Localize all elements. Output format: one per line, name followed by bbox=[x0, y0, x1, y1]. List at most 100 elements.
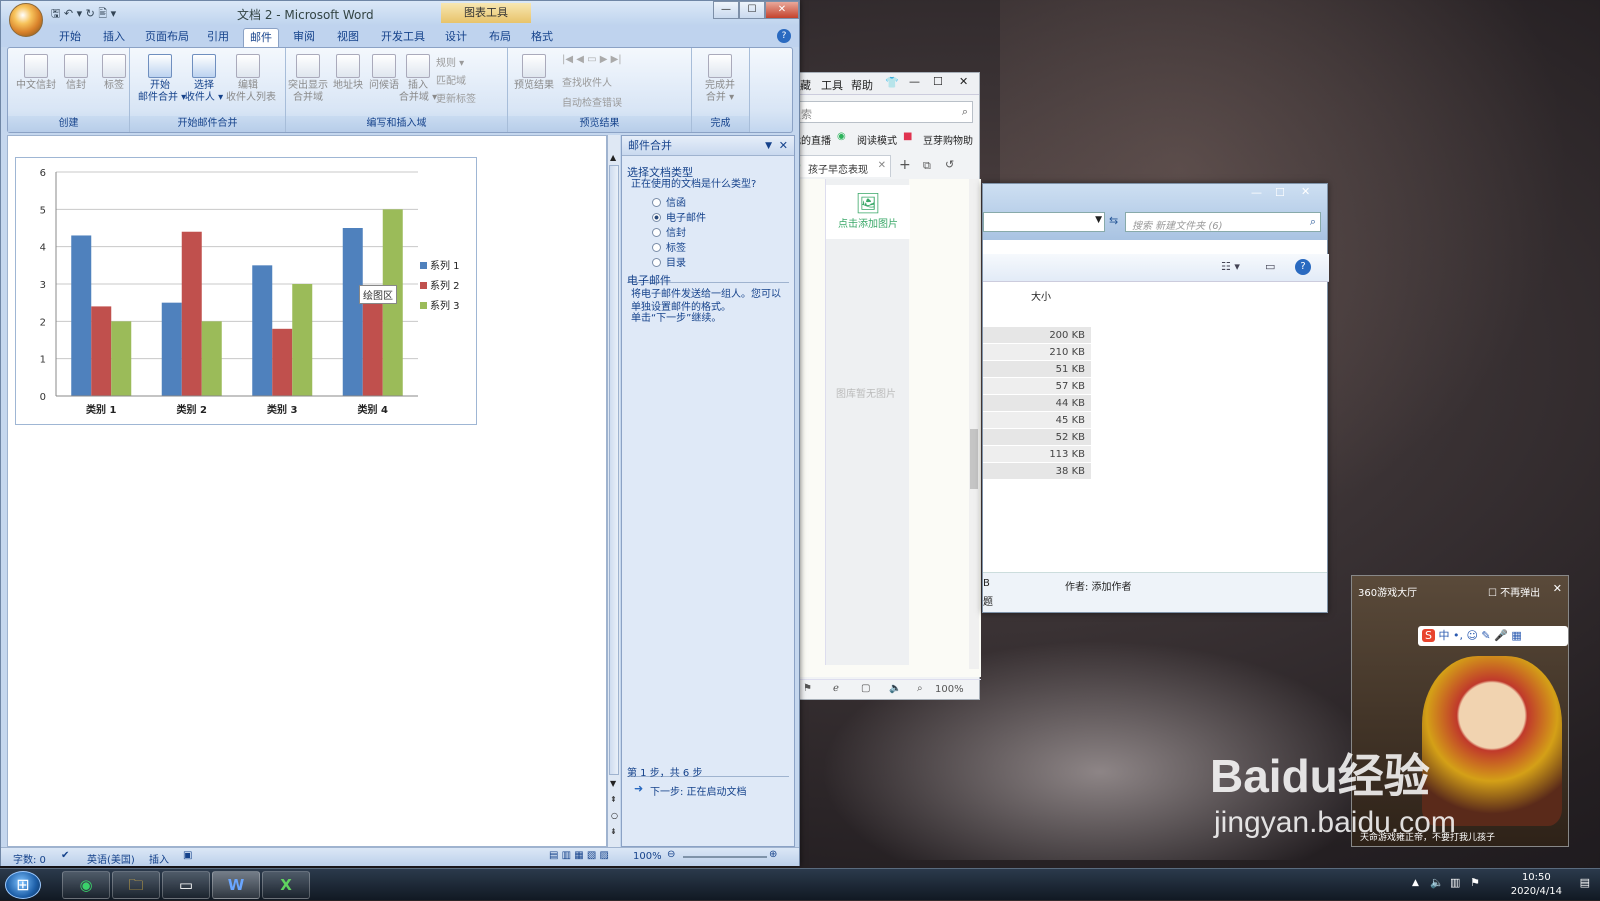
bar-系列 2-类别 4[interactable] bbox=[362, 291, 383, 396]
radio-icon[interactable] bbox=[652, 258, 661, 267]
popup-close-icon[interactable]: ✕ bbox=[1553, 582, 1562, 595]
minimize-icon[interactable]: — bbox=[909, 75, 920, 88]
tab-9[interactable]: 布局 bbox=[483, 28, 517, 47]
zoom-level[interactable]: 100% bbox=[633, 851, 662, 862]
menu-tools[interactable]: 工具 bbox=[821, 77, 843, 93]
volume-icon[interactable]: 🔈 bbox=[1430, 876, 1444, 889]
tab-8[interactable]: 设计 bbox=[439, 28, 473, 47]
help-icon[interactable]: ? bbox=[777, 29, 791, 43]
taskbar-excel-icon[interactable]: X bbox=[262, 871, 310, 899]
bar-系列 1-类别 1[interactable] bbox=[71, 235, 92, 396]
ribbon-button-1-1[interactable]: 选择 收件人 ▾ bbox=[182, 54, 226, 104]
minimize-icon[interactable]: — bbox=[1251, 186, 1262, 199]
browser-search-box[interactable]: 搜索 ⌕ bbox=[787, 101, 973, 123]
zoom-in-icon[interactable]: ⊕ bbox=[769, 849, 777, 860]
restore-tab-icon[interactable]: ⧉ bbox=[923, 159, 931, 173]
details-author[interactable]: 作者: 添加作者 bbox=[1065, 578, 1132, 593]
minimize-button[interactable]: — bbox=[713, 1, 739, 19]
close-icon[interactable]: ✕ bbox=[1301, 185, 1310, 198]
maximize-button[interactable]: ☐ bbox=[739, 1, 765, 19]
scroll-down-icon[interactable]: ▼ bbox=[610, 779, 616, 788]
next-page-icon[interactable]: ⇟ bbox=[610, 827, 617, 836]
word-count[interactable]: 字数: 0 bbox=[13, 851, 46, 866]
flag-icon[interactable]: ⚑ bbox=[1470, 876, 1480, 889]
dropdown-icon[interactable]: ▼ bbox=[1095, 215, 1102, 225]
bar-系列 2-类别 2[interactable] bbox=[181, 231, 202, 396]
option-3[interactable]: 标签 bbox=[652, 239, 686, 254]
search-icon[interactable]: ⌕ bbox=[1310, 215, 1316, 229]
taskbar-explorer-icon[interactable]: 🗀 bbox=[112, 871, 160, 899]
language[interactable]: 英语(美国) bbox=[87, 851, 135, 866]
search-icon[interactable]: ⌕ bbox=[962, 105, 968, 119]
sogou-icon[interactable]: S bbox=[1422, 629, 1435, 642]
view-icon[interactable]: ☷ ▾ bbox=[1221, 260, 1240, 273]
chart-frame[interactable]: 0 1 2 3 4 5 6 类别 1 类别 2 类别 3 类别 4 系列 1 系列 2 系列 3 bbox=[15, 157, 477, 425]
file-row[interactable]: 210 KB bbox=[983, 344, 1091, 361]
close-icon[interactable]: ✕ bbox=[959, 75, 968, 88]
reading-mode-icon[interactable]: ◉ bbox=[837, 131, 846, 142]
menu-help[interactable]: 帮助 bbox=[851, 77, 873, 93]
bar-系列 1-类别 2[interactable] bbox=[161, 302, 182, 396]
tab-5[interactable]: 审阅 bbox=[287, 28, 321, 47]
file-row[interactable]: 113 KB bbox=[983, 446, 1091, 463]
ie-icon[interactable]: ℯ bbox=[833, 683, 839, 694]
option-1[interactable]: 电子邮件 bbox=[652, 209, 706, 224]
scrollbar-thumb[interactable] bbox=[970, 429, 978, 489]
refresh-icon[interactable]: ⇆ bbox=[1109, 214, 1118, 227]
new-tab-icon[interactable]: + bbox=[899, 157, 911, 173]
ribbon-small-button-3-1[interactable]: 自动检查错误 bbox=[562, 94, 622, 109]
bookmark-reading-mode[interactable]: 阅读模式 bbox=[857, 132, 897, 147]
close-button[interactable]: ✕ bbox=[765, 1, 799, 19]
tab-6[interactable]: 视图 bbox=[331, 28, 365, 47]
radio-icon[interactable] bbox=[652, 213, 661, 222]
radio-icon[interactable] bbox=[652, 243, 661, 252]
speaker-icon[interactable]: 🔈 bbox=[889, 683, 901, 694]
explorer-search[interactable]: 搜索 新建文件夹 (6) ⌕ bbox=[1125, 212, 1321, 232]
browser-scrollbar[interactable] bbox=[969, 179, 979, 669]
radio-icon[interactable] bbox=[652, 228, 661, 237]
maximize-icon[interactable]: ☐ bbox=[933, 75, 943, 88]
tab-close-icon[interactable]: ✕ bbox=[878, 160, 886, 171]
bar-系列 2-类别 3[interactable] bbox=[272, 328, 293, 396]
file-row[interactable]: 38 KB bbox=[983, 463, 1091, 480]
browser-tab[interactable]: ◎ 孩子早恋表现 ✕ bbox=[787, 155, 891, 177]
taskbar-word-icon[interactable]: W bbox=[212, 871, 260, 899]
file-row[interactable]: 200 KB bbox=[983, 327, 1091, 344]
ribbon-button-1-0[interactable]: 开始 邮件合并 ▾ bbox=[138, 54, 186, 104]
clock[interactable]: 10:50 2020/4/14 bbox=[1511, 871, 1562, 899]
ribbon-small-button-3-0[interactable]: 查找收件人 bbox=[562, 74, 612, 89]
bar-系列 2-类别 1[interactable] bbox=[91, 306, 112, 396]
bar-系列 1-类别 4[interactable] bbox=[342, 228, 363, 396]
view-buttons-icon[interactable]: ▤ ▥ ▦ ▧ ▨ bbox=[549, 850, 609, 861]
bar-系列 3-类别 3[interactable] bbox=[292, 284, 313, 396]
no-popup-checkbox[interactable]: ☐ 不再弹出 bbox=[1488, 584, 1540, 599]
help-icon[interactable]: ? bbox=[1295, 259, 1311, 275]
option-2[interactable]: 信封 bbox=[652, 224, 686, 239]
radio-icon[interactable] bbox=[652, 198, 661, 207]
tray-expand-icon[interactable]: ▲ bbox=[1412, 878, 1419, 888]
ribbon-button-2-3[interactable]: 插入 合并域 ▾ bbox=[396, 54, 440, 104]
column-size-header[interactable]: 大小 bbox=[1031, 288, 1051, 303]
vertical-scrollbar[interactable]: ▲ ▼ ⇞ ○ ⇟ bbox=[607, 135, 620, 847]
zoom-slider[interactable] bbox=[683, 856, 767, 858]
next-step-link[interactable]: 下一步: 正在启动文档 bbox=[650, 783, 747, 798]
shirt-icon[interactable]: 👕 bbox=[885, 76, 899, 89]
zoom-out-icon[interactable]: ⊖ bbox=[667, 849, 675, 860]
ribbon-button-1-2[interactable]: 编辑 收件人列表 bbox=[226, 54, 276, 104]
ribbon-small-button-2-2[interactable]: 更新标签 bbox=[436, 90, 476, 105]
network-icon[interactable]: ▥ bbox=[1450, 876, 1460, 889]
macro-icon[interactable]: ▣ bbox=[183, 850, 192, 861]
file-row[interactable]: 57 KB bbox=[983, 378, 1091, 395]
address-bar[interactable]: ▼ bbox=[983, 212, 1105, 232]
window-icon[interactable]: ▢ bbox=[861, 683, 870, 694]
tab-0[interactable]: 开始 bbox=[53, 28, 87, 47]
file-row[interactable]: 45 KB bbox=[983, 412, 1091, 429]
ribbon-small-button-2-1[interactable]: 匹配域 bbox=[436, 72, 466, 87]
browser-zoom[interactable]: 100% bbox=[935, 684, 964, 695]
tab-2[interactable]: 页面布局 bbox=[139, 28, 195, 47]
maximize-icon[interactable]: ☐ bbox=[1275, 186, 1285, 199]
browse-object-icon[interactable]: ○ bbox=[611, 811, 618, 820]
option-4[interactable]: 目录 bbox=[652, 254, 686, 269]
prev-page-icon[interactable]: ⇞ bbox=[610, 795, 617, 804]
ribbon-button-3-0[interactable]: 预览结果 bbox=[512, 54, 556, 92]
